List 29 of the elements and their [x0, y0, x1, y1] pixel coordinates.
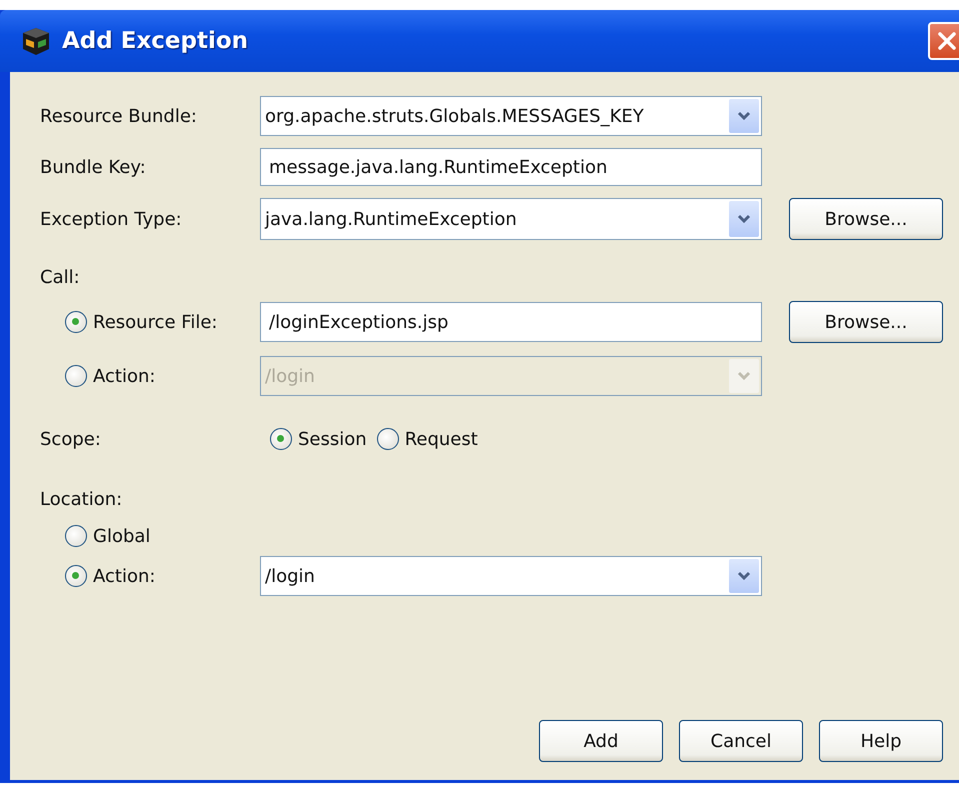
section-label: Location:	[40, 488, 122, 510]
radio-button[interactable]: Resource File:	[65, 311, 260, 333]
chevron-down-icon	[729, 201, 759, 237]
dropdown[interactable]: org.apache.struts.Globals.MESSAGES_KEY	[260, 96, 762, 136]
window-title: Add Exception	[62, 28, 248, 54]
browse-button[interactable]: Browse...	[789, 301, 943, 343]
box-icon	[20, 25, 52, 57]
input-field[interactable]: /loginExceptions.jsp	[260, 302, 762, 342]
field-label: Exception Type:	[40, 208, 183, 230]
field-label: Resource Bundle:	[40, 106, 198, 126]
dropdown[interactable]: /login	[260, 556, 762, 596]
radio-button[interactable]: Request	[376, 428, 478, 450]
chevron-down-icon	[729, 559, 759, 593]
close-button[interactable]	[928, 22, 959, 60]
chevron-down-icon	[729, 99, 759, 133]
input-field[interactable]: message.java.lang.RuntimeException	[260, 148, 762, 186]
field-label: Scope:	[40, 428, 102, 450]
field-label: Bundle Key:	[40, 156, 147, 178]
chevron-down-icon	[729, 359, 759, 393]
dialog-button[interactable]: Help	[819, 720, 943, 762]
dialog-button[interactable]: Add	[539, 720, 663, 762]
section-label: Call:	[40, 266, 80, 288]
radio-button[interactable]: Session	[270, 428, 367, 450]
browse-button[interactable]: Browse...	[789, 198, 943, 240]
close-icon	[936, 30, 958, 52]
dialog-button[interactable]: Cancel	[679, 720, 803, 762]
radio-button[interactable]: Action:	[65, 565, 260, 587]
radio-button[interactable]: Global	[65, 525, 260, 547]
dropdown[interactable]: java.lang.RuntimeException	[260, 198, 762, 240]
